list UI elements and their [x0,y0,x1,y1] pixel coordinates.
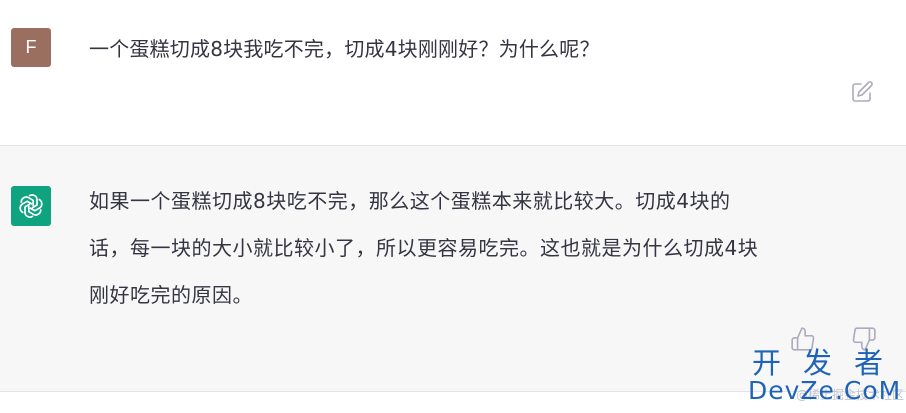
assistant-line-2: 话，每一块的大小就比较小了，所以更容易吃完。这也就是为什么切成4块 [89,236,759,260]
user-message-row: F 一个蛋糕切成8块我吃不完，切成4块刚刚好？为什么呢？ [0,0,906,146]
user-avatar: F [11,28,51,67]
assistant-message-text: 如果一个蛋糕切成8块吃不完，那么这个蛋糕本来就比较大。切成4块的 话，每一块的大… [89,178,889,319]
watermark: 开发者 @稀土掘金技术社区 DevZe.CoM [748,340,904,406]
openai-logo-icon [11,186,51,226]
user-message-text: 一个蛋糕切成8块我吃不完，切成4块刚刚好？为什么呢？ [89,37,600,61]
watermark-line-2: DevZe.CoM [748,376,902,405]
chat-page: F 一个蛋糕切成8块我吃不完，切成4块刚刚好？为什么呢？ 如果一个蛋糕切成8块吃… [0,0,906,413]
assistant-line-3: 刚好吃完的原因。 [89,283,253,307]
assistant-line-1: 如果一个蛋糕切成8块吃不完，那么这个蛋糕本来就比较大。切成4块的 [89,189,731,213]
edit-icon[interactable] [850,80,874,104]
